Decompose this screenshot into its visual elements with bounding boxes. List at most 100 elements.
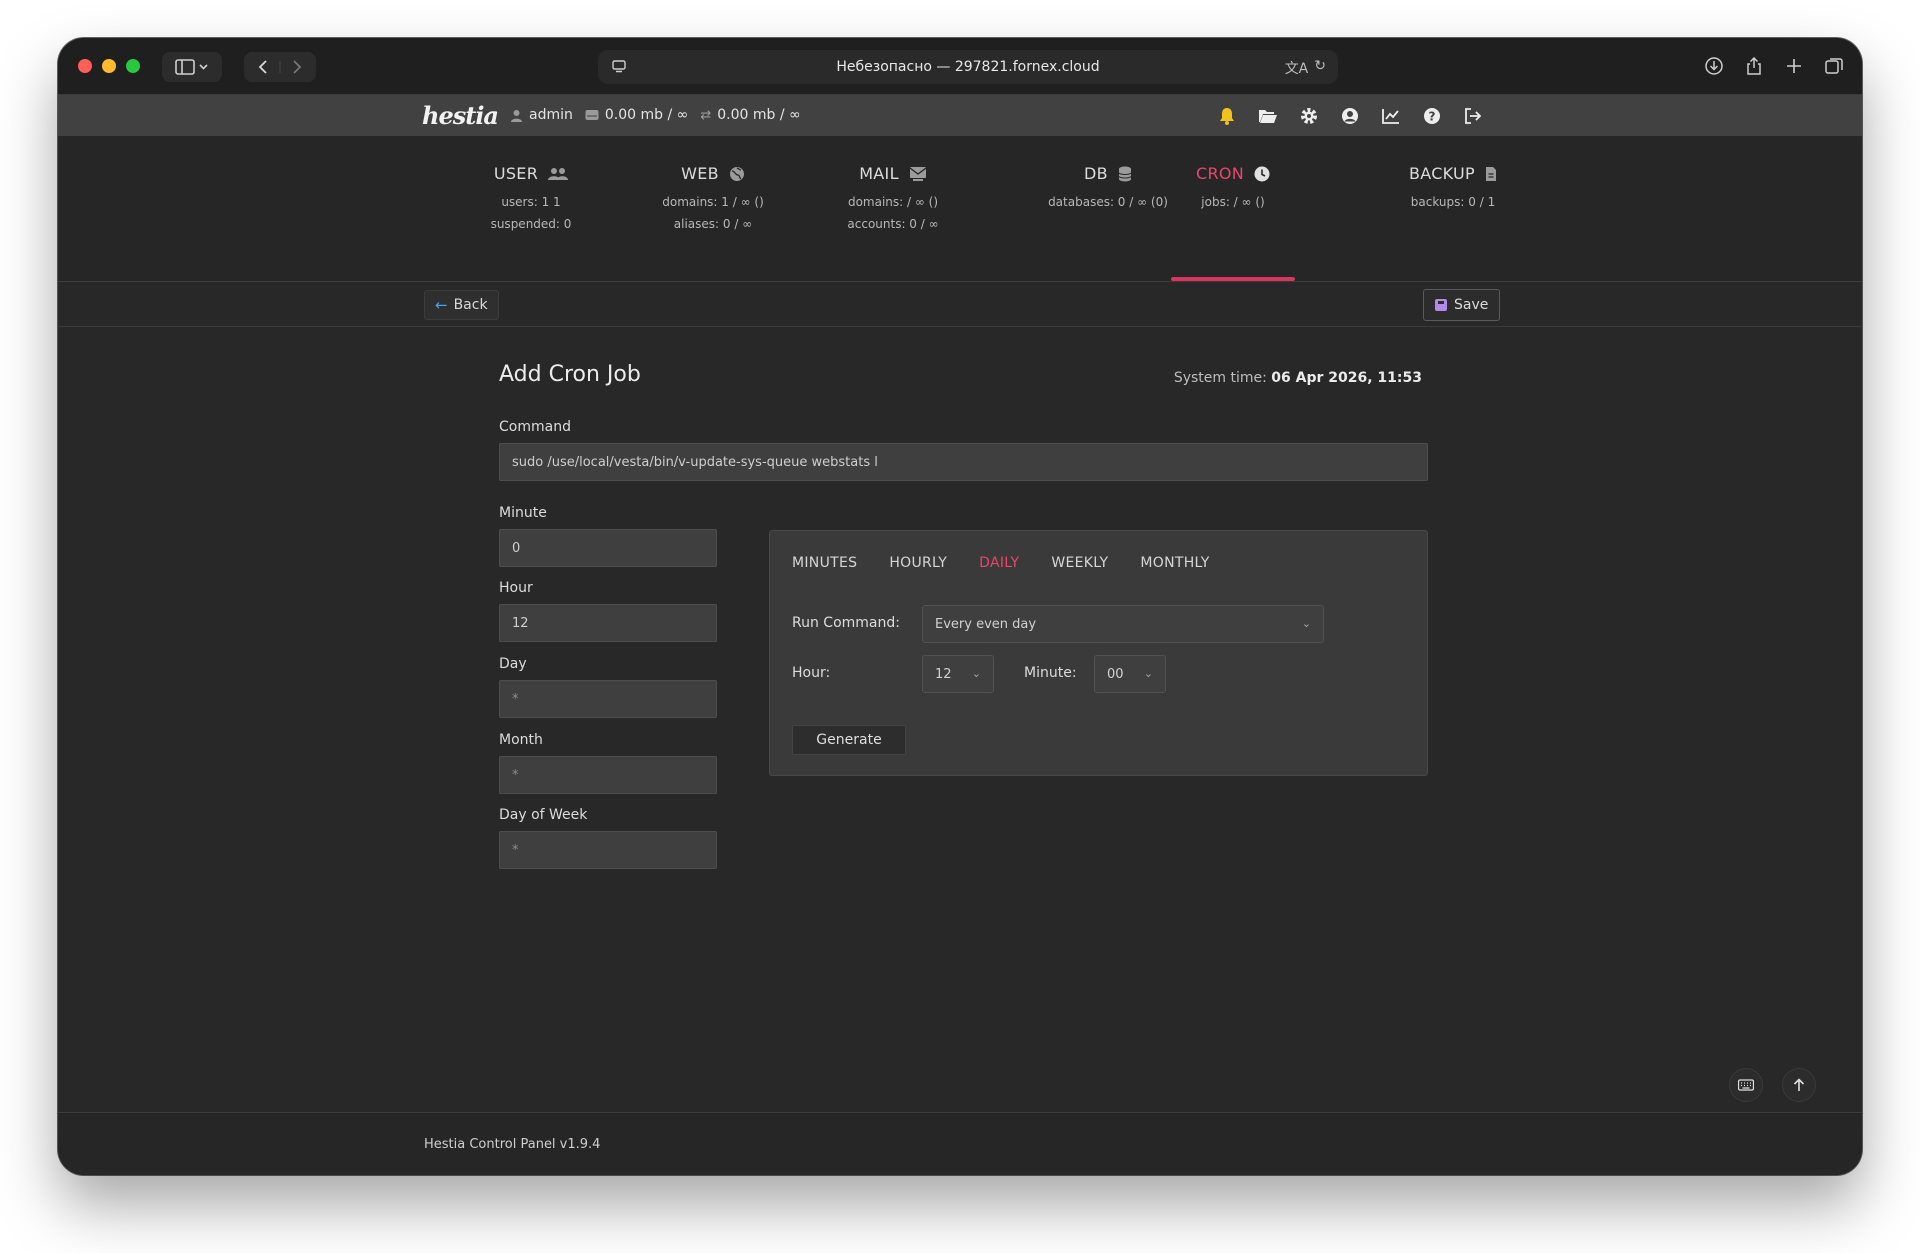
generator-minute-value: 00: [1107, 666, 1124, 682]
browser-toolbar: Небезопасно — 297821.fornex.cloud 文A ↻: [58, 38, 1862, 94]
save-button-label: Save: [1454, 297, 1489, 313]
keyboard-shortcuts-button[interactable]: [1729, 1068, 1763, 1102]
user-stat[interactable]: admin: [510, 107, 573, 123]
scroll-to-top-button[interactable]: [1782, 1068, 1816, 1102]
minimize-window-button[interactable]: [102, 59, 116, 73]
address-text: Небезопасно — 297821.fornex.cloud: [836, 59, 1100, 75]
generator-minute-select[interactable]: 00 ⌄: [1094, 655, 1166, 693]
translate-icon[interactable]: 文A: [1285, 58, 1309, 78]
floppy-disk-icon: [1435, 299, 1447, 311]
generator-tab-weekly[interactable]: WEEKLY: [1051, 555, 1108, 571]
chevron-down-icon: ⌄: [1301, 617, 1311, 630]
page-menu-icon[interactable]: [612, 59, 626, 77]
disk-stat: 0.00 mb / ∞: [585, 107, 688, 123]
tab-mail-line2: accounts: 0 / ∞: [847, 217, 939, 231]
arrow-up-icon: [1793, 1078, 1805, 1091]
tab-db-title: DB: [1084, 164, 1108, 183]
generate-button[interactable]: Generate: [792, 725, 906, 755]
back-chevron-icon: [258, 60, 267, 74]
tab-backup-line1: backups: 0 / 1: [1410, 195, 1496, 209]
downloads-icon[interactable]: [1704, 56, 1724, 76]
share-icon[interactable]: [1744, 56, 1764, 76]
close-window-button[interactable]: [78, 59, 92, 73]
run-command-select[interactable]: Every even day ⌄: [922, 605, 1324, 643]
sidebar-toggle-button[interactable]: [162, 52, 222, 82]
system-time: System time: 06 Apr 2026, 11:53: [1174, 370, 1422, 386]
command-input[interactable]: sudo /use/local/vesta/bin/v-update-sys-q…: [499, 443, 1428, 481]
tab-cron-line1: jobs: / ∞ (): [1201, 195, 1265, 209]
history-nav: [244, 52, 316, 82]
users-icon: [548, 167, 569, 180]
tab-cron[interactable]: CRON jobs: / ∞ (): [1173, 164, 1293, 209]
tab-db[interactable]: DB databases: 0 / ∞ (0): [1018, 164, 1198, 209]
statistics-chart-icon[interactable]: [1380, 105, 1402, 127]
hour-input[interactable]: 12: [499, 604, 717, 642]
page-title: Add Cron Job: [499, 362, 641, 387]
settings-gear-icon[interactable]: [1298, 105, 1320, 127]
tab-cron-title: CRON: [1195, 164, 1245, 183]
generator-tabs: MINUTES HOURLY DAILY WEEKLY MONTHLY: [792, 555, 1210, 571]
minute-label: Minute: [499, 505, 547, 521]
tab-user[interactable]: USER users: 1 1 suspended: 0: [466, 164, 596, 231]
topbar-icons: ?: [1216, 105, 1484, 127]
chevron-down-icon: ⌄: [1143, 667, 1153, 680]
day-label: Day: [499, 656, 527, 672]
month-label: Month: [499, 732, 543, 748]
tab-backup[interactable]: BACKUP backups: 0 / 1: [1393, 164, 1513, 209]
bandwidth-stat: ⇄ 0.00 mb / ∞: [700, 107, 800, 123]
day-input[interactable]: *: [499, 680, 717, 718]
chevron-down-icon: ⌄: [971, 667, 981, 680]
database-icon: [1118, 166, 1132, 181]
generator-tab-hourly[interactable]: HOURLY: [889, 555, 947, 571]
tab-db-line1: databases: 0 / ∞ (0): [1048, 195, 1168, 209]
globe-icon: [729, 166, 744, 181]
system-time-label: System time:: [1173, 370, 1267, 386]
zoom-window-button[interactable]: [126, 59, 140, 73]
tab-user-line2: suspended: 0: [490, 217, 572, 231]
generator-hour-select[interactable]: 12 ⌄: [922, 655, 994, 693]
cron-generator-panel: MINUTES HOURLY DAILY WEEKLY MONTHLY Run …: [769, 530, 1428, 776]
tab-web-line2: aliases: 0 / ∞: [673, 217, 753, 231]
disk-usage: 0.00 mb / ∞: [604, 107, 689, 123]
hour-label: Hour: [499, 580, 533, 596]
hard-drive-icon: [585, 110, 599, 120]
notifications-bell-icon[interactable]: [1216, 105, 1238, 127]
tab-user-line1: users: 1 1: [501, 195, 561, 209]
svg-text:?: ?: [1429, 110, 1436, 124]
sidebar-icon: [175, 59, 208, 75]
generator-tab-minutes[interactable]: MINUTES: [792, 555, 857, 571]
file-manager-icon[interactable]: [1257, 105, 1279, 127]
tab-user-title: USER: [493, 164, 539, 183]
new-tab-icon[interactable]: [1784, 56, 1804, 76]
help-question-icon[interactable]: ?: [1421, 105, 1443, 127]
active-tab-indicator: [1171, 277, 1295, 281]
tab-mail[interactable]: MAIL domains: / ∞ () accounts: 0 / ∞: [818, 164, 968, 231]
tab-overview-icon[interactable]: [1824, 56, 1844, 76]
generator-tab-monthly[interactable]: MONTHLY: [1140, 555, 1209, 571]
address-bar[interactable]: Небезопасно — 297821.fornex.cloud 文A ↻: [598, 50, 1338, 84]
generator-hour-label: Hour:: [792, 665, 831, 681]
action-toolbar: ← Back Save: [58, 283, 1862, 327]
logout-icon[interactable]: [1462, 105, 1484, 127]
generator-tab-daily[interactable]: DAILY: [979, 555, 1019, 571]
generator-hour-value: 12: [935, 666, 952, 682]
tab-web[interactable]: WEB domains: 1 / ∞ () aliases: 0 / ∞: [638, 164, 788, 231]
user-circle-icon[interactable]: [1339, 105, 1361, 127]
back-button-label: Back: [453, 297, 488, 313]
reload-icon[interactable]: ↻: [1314, 58, 1326, 78]
bandwidth-usage: 0.00 mb / ∞: [717, 107, 801, 123]
account-stats: admin 0.00 mb / ∞ ⇄ 0.00 mb / ∞: [510, 107, 801, 123]
file-icon: [1486, 166, 1497, 181]
footer-version: Hestia Control Panel v1.9.4: [424, 1137, 601, 1152]
save-button[interactable]: Save: [1423, 289, 1501, 321]
footer: Hestia Control Panel v1.9.4: [58, 1112, 1862, 1175]
hestia-logo[interactable]: hestia: [422, 101, 499, 130]
minute-input[interactable]: 0: [499, 529, 717, 567]
month-input[interactable]: *: [499, 756, 717, 794]
back-button[interactable]: ← Back: [424, 290, 499, 320]
day-of-week-input[interactable]: *: [499, 831, 717, 869]
generator-minute-label: Minute:: [1024, 665, 1077, 681]
keyboard-icon: [1738, 1079, 1754, 1091]
day-of-week-label: Day of Week: [499, 807, 588, 823]
tab-web-title: WEB: [681, 164, 719, 183]
